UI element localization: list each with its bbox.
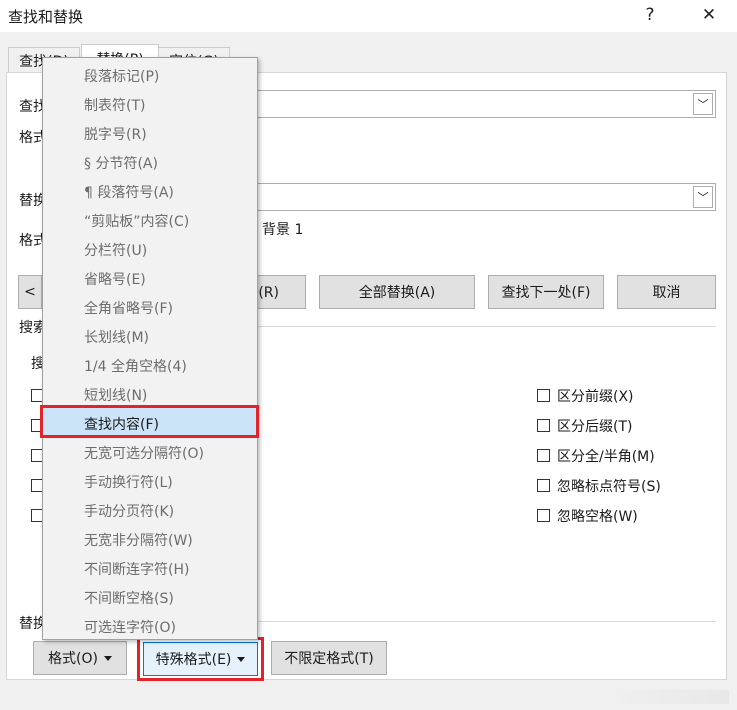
menu-item-zero-width-non-break[interactable]: 无宽非分隔符(W) (84, 530, 193, 550)
match-prefix-checkbox[interactable] (537, 389, 550, 402)
close-icon: ✕ (701, 5, 717, 25)
replace-input[interactable]: ﹀ (250, 183, 716, 211)
format-button-label: 格式(O) (48, 651, 98, 667)
chevron-down-icon: ﹀ (697, 98, 709, 111)
close-button[interactable]: ✕ (686, 0, 732, 30)
match-prefix-label: 区分前缀(X) (557, 389, 634, 405)
find-next-button-label: 查找下一处(F) (501, 285, 591, 301)
menu-item-optional-hyphen[interactable]: 可选连字符(O) (84, 617, 176, 637)
more-button-label: < (24, 284, 36, 300)
menu-item-clipboard[interactable]: “剪贴板”内容(C) (84, 211, 189, 231)
ignore-space-checkbox[interactable] (537, 509, 550, 522)
chevron-down-icon: ﹀ (697, 191, 709, 204)
menu-item-nonbreaking-space[interactable]: 不间断空格(S) (84, 588, 174, 608)
ignore-space-label: 忽略空格(W) (557, 509, 638, 525)
menu-item-manual-line-break[interactable]: 手动换行符(L) (84, 472, 173, 492)
dropdown-arrow-icon (103, 655, 112, 661)
ignore-punctuation-checkbox[interactable] (537, 479, 550, 492)
match-suffix-label: 区分后缀(T) (557, 419, 633, 435)
menu-item-manual-page-break[interactable]: 手动分页符(K) (84, 501, 174, 521)
menu-item-tab[interactable]: 制表符(T) (84, 95, 145, 115)
cancel-button[interactable]: 取消 (617, 275, 716, 309)
window-title: 查找和替换 (8, 8, 84, 26)
menu-item-zero-width-optional-break[interactable]: 无宽可选分隔符(O) (84, 443, 204, 463)
find-next-button[interactable]: 查找下一处(F) (488, 275, 604, 309)
menu-item-paragraph-mark[interactable]: 段落标记(P) (84, 66, 159, 86)
replace-format-value: 背景 1 (262, 222, 304, 238)
special-format-button[interactable]: 特殊格式(E) (143, 642, 258, 676)
dropdown-arrow-icon (237, 656, 246, 662)
no-format-button[interactable]: 不限定格式(T) (271, 641, 387, 675)
cancel-button-label: 取消 (652, 285, 681, 301)
menu-item-quarter-space[interactable]: 1/4 全角空格(4) (84, 356, 187, 376)
menu-item-en-dash[interactable]: 短划线(N) (84, 385, 147, 405)
menu-item-paragraph-symbol[interactable]: ¶ 段落符号(A) (84, 182, 174, 202)
find-input[interactable]: ﹀ (250, 90, 716, 118)
help-icon: ? (645, 5, 655, 25)
find-dropdown-button[interactable]: ﹀ (693, 93, 713, 115)
replace-dropdown-button[interactable]: ﹀ (693, 186, 713, 208)
special-format-menu (42, 57, 258, 640)
menu-item-em-dash[interactable]: 长划线(M) (84, 327, 149, 347)
help-button[interactable]: ? (627, 0, 673, 30)
watermark (609, 690, 729, 704)
ignore-punctuation-label: 忽略标点符号(S) (557, 479, 661, 495)
replace-all-button[interactable]: 全部替换(A) (319, 275, 475, 309)
match-width-label: 区分全/半角(M) (557, 449, 655, 465)
menu-item-caret[interactable]: 脱字号(R) (84, 124, 147, 144)
menu-item-section-mark[interactable]: § 分节符(A) (84, 153, 158, 173)
no-format-button-label: 不限定格式(T) (284, 651, 374, 667)
menu-item-full-ellipsis[interactable]: 全角省略号(F) (84, 298, 173, 318)
replace-all-button-label: 全部替换(A) (358, 285, 436, 301)
menu-item-nonbreaking-hyphen[interactable]: 不间断连字符(H) (84, 559, 189, 579)
special-format-button-label: 特殊格式(E) (155, 652, 232, 668)
menu-item-ellipsis[interactable]: 省略号(E) (84, 269, 146, 289)
more-button[interactable]: < (18, 275, 42, 309)
menu-item-find-content[interactable]: 查找内容(F) (84, 414, 159, 434)
format-button[interactable]: 格式(O) (33, 641, 127, 675)
title-bar: 查找和替换 ? ✕ (0, 0, 737, 32)
menu-item-column-break[interactable]: 分栏符(U) (84, 240, 147, 260)
match-suffix-checkbox[interactable] (537, 419, 550, 432)
match-width-checkbox[interactable] (537, 449, 550, 462)
